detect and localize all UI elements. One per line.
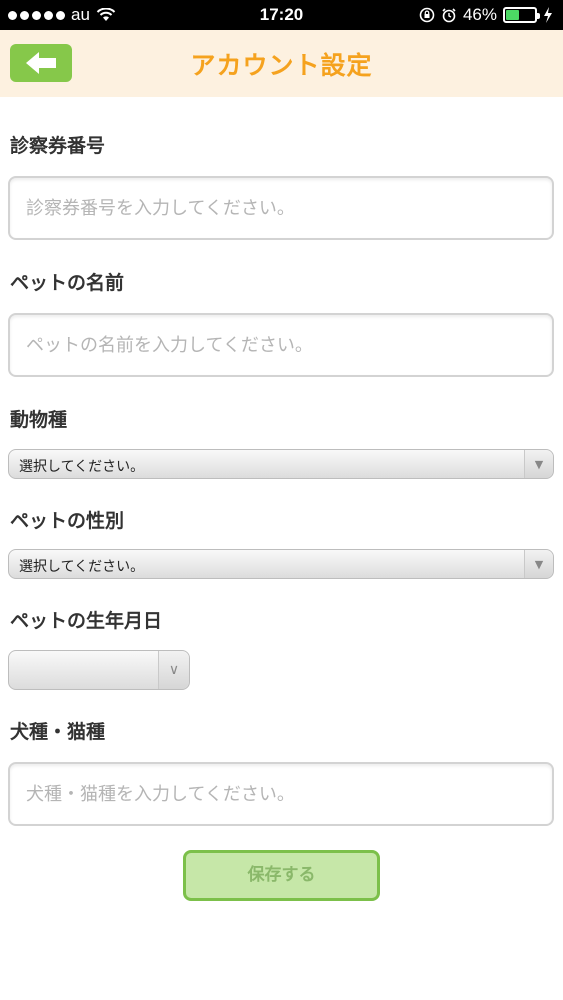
- sex-selected-value: 選択してください。: [19, 559, 145, 575]
- species-select[interactable]: 選択してください。 ▼: [8, 449, 554, 479]
- pet-name-input[interactable]: [8, 313, 554, 377]
- page-title: アカウント設定: [190, 51, 373, 80]
- charging-bolt-icon: [544, 7, 552, 23]
- status-bar: au 17:20 46%: [0, 0, 563, 30]
- card-number-input[interactable]: [8, 176, 554, 240]
- save-button[interactable]: 保存する: [183, 850, 380, 901]
- pet-name-label: ペットの名前: [10, 272, 125, 294]
- chevron-down-icon: ▼: [524, 450, 553, 478]
- species-selected-value: 選択してください。: [19, 459, 145, 475]
- battery-percent: 46%: [462, 5, 497, 24]
- chevron-down-icon: ▼: [524, 550, 553, 578]
- sex-select[interactable]: 選択してください。 ▼: [8, 549, 554, 579]
- status-right: 46%: [419, 5, 553, 25]
- sex-label: ペットの性別: [10, 510, 125, 532]
- app-header: アカウント設定: [0, 30, 563, 97]
- breed-input[interactable]: [8, 762, 554, 826]
- breed-label: 犬種・猫種: [10, 721, 106, 743]
- species-label: 動物種: [10, 409, 68, 431]
- birthday-label: ペットの生年月日: [10, 610, 163, 632]
- rotation-lock-icon: [419, 7, 435, 23]
- chevron-down-icon: ∨: [158, 651, 189, 689]
- card-number-label: 診察券番号: [10, 135, 106, 157]
- battery-fill: [506, 10, 519, 20]
- alarm-icon: [442, 8, 456, 23]
- battery-icon: [503, 7, 540, 23]
- birthday-select[interactable]: ∨: [8, 650, 190, 690]
